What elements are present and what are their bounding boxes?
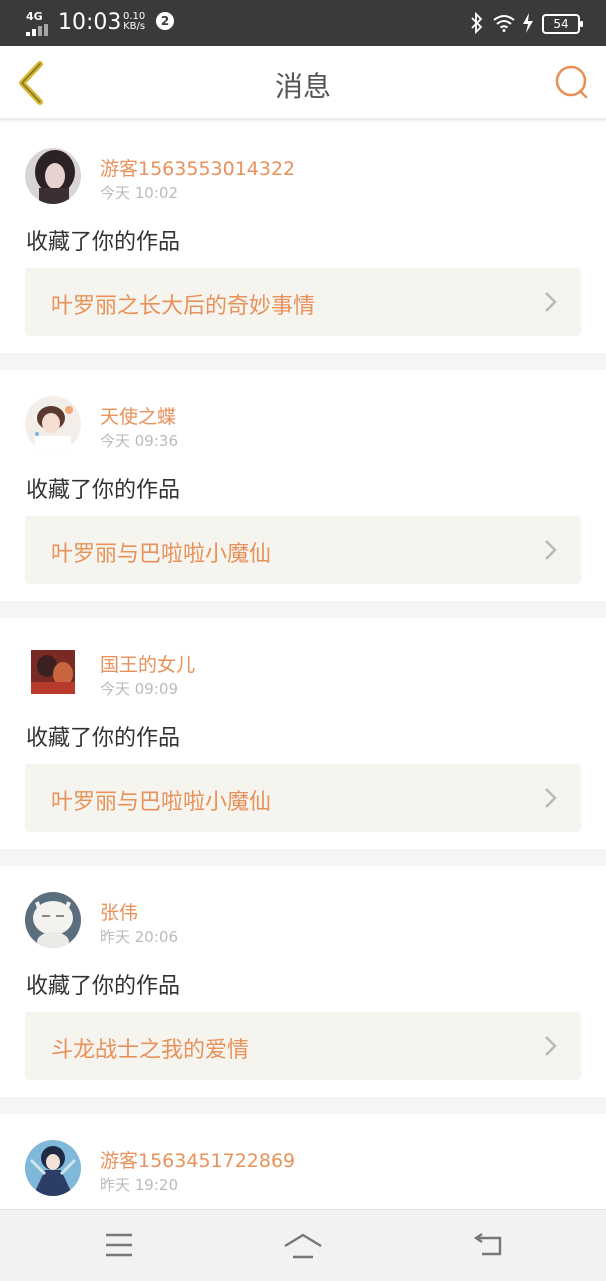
- username[interactable]: 游客1563451722869: [100, 1146, 295, 1173]
- speed-unit: KB/s: [123, 21, 146, 32]
- work-title: 叶罗丽之长大后的奇妙事情: [51, 294, 316, 319]
- wifi-icon: [493, 15, 515, 32]
- message-action: 收藏了你的作品: [26, 726, 181, 751]
- page-title: 消息: [274, 70, 331, 103]
- work-link[interactable]: 叶罗丽之长大后的奇妙事情: [25, 268, 581, 336]
- chevron-right-icon: [545, 788, 557, 808]
- avatar[interactable]: [25, 148, 81, 204]
- username[interactable]: 天使之蝶: [100, 402, 176, 429]
- charging-icon: [523, 13, 533, 33]
- avatar[interactable]: [25, 892, 81, 948]
- home-icon[interactable]: [282, 1232, 324, 1260]
- chevron-right-icon: [545, 540, 557, 560]
- timestamp: 昨天 19:20: [100, 1176, 178, 1194]
- avatar[interactable]: [25, 1140, 81, 1196]
- network-speed: 0.10 KB/s: [123, 12, 145, 32]
- battery-icon: 54: [542, 14, 583, 34]
- username[interactable]: 张伟: [100, 898, 138, 925]
- work-title: 叶罗丽与巴啦啦小魔仙: [51, 542, 272, 567]
- search-icon[interactable]: [552, 62, 592, 102]
- back-icon[interactable]: [472, 1232, 504, 1258]
- clock: 10:03: [58, 10, 122, 35]
- username[interactable]: 国王的女儿: [100, 650, 195, 677]
- work-link[interactable]: 斗龙战士之我的爱情: [25, 1012, 581, 1080]
- message-card: 天使之蝶 今天 09:36 收藏了你的作品 叶罗丽与巴啦啦小魔仙: [0, 370, 606, 601]
- message-card: 张伟 昨天 20:06 收藏了你的作品 斗龙战士之我的爱情: [0, 866, 606, 1097]
- avatar[interactable]: [25, 644, 81, 700]
- system-navigation-bar: [0, 1209, 606, 1281]
- work-link[interactable]: 叶罗丽与巴啦啦小魔仙: [25, 764, 581, 832]
- message-action: 收藏了你的作品: [26, 230, 181, 255]
- timestamp: 今天 09:09: [100, 680, 178, 698]
- network-type: 4G: [26, 10, 43, 23]
- username[interactable]: 游客1563553014322: [100, 154, 295, 181]
- notification-badge: 2: [156, 12, 174, 30]
- avatar[interactable]: [25, 396, 81, 452]
- timestamp: 昨天 20:06: [100, 928, 178, 946]
- work-title: 斗龙战士之我的爱情: [51, 1038, 250, 1063]
- chevron-right-icon: [545, 1036, 557, 1056]
- message-card: 游客1563451722869 昨天 19:20: [0, 1114, 606, 1209]
- menu-icon[interactable]: [104, 1232, 134, 1258]
- bluetooth-icon: [471, 12, 483, 34]
- timestamp: 今天 09:36: [100, 432, 178, 450]
- message-card: 游客1563553014322 今天 10:02 收藏了你的作品 叶罗丽之长大后…: [0, 122, 606, 353]
- timestamp: 今天 10:02: [100, 184, 178, 202]
- header: 消息: [0, 46, 606, 120]
- message-card: 国王的女儿 今天 09:09 收藏了你的作品 叶罗丽与巴啦啦小魔仙: [0, 618, 606, 849]
- work-title: 叶罗丽与巴啦啦小魔仙: [51, 790, 272, 815]
- message-action: 收藏了你的作品: [26, 974, 181, 999]
- work-link[interactable]: 叶罗丽与巴啦啦小魔仙: [25, 516, 581, 584]
- message-list[interactable]: 游客1563553014322 今天 10:02 收藏了你的作品 叶罗丽之长大后…: [0, 122, 606, 1209]
- message-action: 收藏了你的作品: [26, 478, 181, 503]
- chevron-right-icon: [545, 292, 557, 312]
- status-bar: 4G 10:03 0.10 KB/s 2 54: [0, 0, 606, 46]
